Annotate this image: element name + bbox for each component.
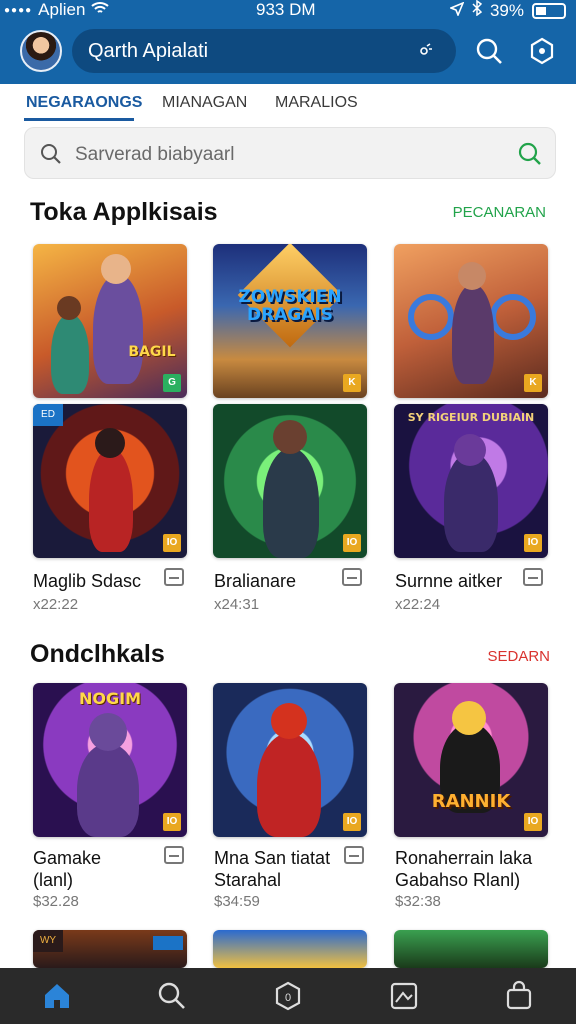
active-tab-indicator [24, 118, 134, 121]
app-card[interactable]: SY RIGEIUR DUBIAIN IO [394, 404, 548, 558]
app-subtitle: Starahal [214, 870, 282, 890]
app-badge: G [163, 374, 181, 392]
app-card[interactable]: NOGIM IO [33, 683, 187, 837]
app-price: $32.28 [33, 893, 79, 910]
bottom-navigation: 0 [0, 968, 576, 1024]
search-icon [39, 142, 63, 171]
wifi-icon [91, 0, 110, 20]
search-submit-icon[interactable] [517, 141, 543, 172]
app-title[interactable]: Bralianare [214, 570, 296, 592]
section-see-all[interactable]: PECANARAN [453, 204, 546, 221]
app-badge: IO [163, 534, 181, 552]
avatar[interactable] [20, 30, 62, 72]
app-badge: IO [343, 813, 361, 831]
card-corner-tag: WY [33, 930, 63, 952]
tab-negaraongs[interactable]: NEGARAONGS [26, 94, 142, 112]
bookmark-icon[interactable] [344, 846, 364, 864]
bookmark-icon[interactable] [342, 568, 362, 586]
app-badge: IO [163, 813, 181, 831]
section-see-all[interactable]: SEDARN [487, 648, 550, 665]
search-placeholder: Sarverad biabyaarl [75, 144, 235, 165]
app-subtitle: Gabahso Rlanl) [395, 870, 521, 890]
app-card[interactable] [213, 930, 367, 968]
app-badge: K [524, 374, 542, 392]
header-title: Qarth Apialati [88, 40, 209, 62]
card-caption: NOGIM [79, 689, 141, 708]
map-icon[interactable] [388, 980, 420, 1012]
battery-percent: 39% [489, 0, 524, 20]
signal-icon: ●●●● [4, 4, 33, 16]
badge-icon[interactable]: 0 [272, 980, 304, 1012]
app-card[interactable]: RANNIK IO [394, 683, 548, 837]
app-title[interactable]: Mna San tiatat [214, 847, 330, 869]
app-card[interactable]: ED IO [33, 404, 187, 558]
app-price: $34:59 [214, 893, 260, 910]
tab-mianagan[interactable]: MIANAGAN [162, 94, 247, 112]
app-title[interactable]: Gamake [33, 847, 101, 869]
card-caption: ZOWSKIEN DRAGAIS [238, 287, 342, 325]
app-header: ●●●● Aplien 933 DM 39% Qarth Apialati [0, 0, 576, 84]
svg-text:0: 0 [285, 992, 291, 1004]
app-title[interactable]: Surnne aitker [395, 570, 502, 592]
settings-icon[interactable] [527, 36, 557, 66]
voice-icon[interactable] [418, 42, 434, 58]
search-input[interactable]: Sarverad biabyaarl [24, 127, 556, 179]
status-bar: ●●●● Aplien 933 DM 39% [0, 0, 576, 22]
app-price: $32:38 [395, 893, 441, 910]
app-badge: IO [524, 534, 542, 552]
bookmark-icon[interactable] [164, 846, 184, 864]
card-caption: BAGIL [128, 344, 176, 360]
header-search-pill[interactable]: Qarth Apialati [72, 29, 456, 73]
app-badge: IO [343, 534, 361, 552]
bluetooth-icon [472, 0, 483, 21]
carrier-label: Aplien [38, 0, 86, 19]
bookmark-icon[interactable] [523, 568, 543, 586]
section-title: Ondclhkals [30, 640, 165, 668]
app-card[interactable] [394, 930, 548, 968]
battery-icon [532, 2, 566, 19]
location-icon [448, 1, 465, 21]
app-card[interactable]: BAGIL G [33, 244, 187, 398]
app-badge: K [343, 374, 361, 392]
app-card[interactable]: ZOWSKIEN DRAGAIS K [213, 244, 367, 398]
app-card[interactable]: K [394, 244, 548, 398]
clock: 933 DM [256, 0, 316, 19]
app-card[interactable]: IO [213, 404, 367, 558]
search-icon[interactable] [474, 36, 504, 66]
card-corner-tag: ED [33, 404, 63, 426]
card-caption: SY RIGEIUR DUBIAIN [407, 411, 535, 424]
section-title: Toka Applkisais [30, 198, 218, 226]
search-icon[interactable] [156, 980, 188, 1012]
app-title[interactable]: Maglib Sdasc [33, 570, 141, 592]
app-price: x22:22 [33, 596, 79, 613]
app-price: x22:24 [395, 596, 441, 613]
card-caption: RANNIK [431, 791, 511, 812]
app-price: x24:31 [214, 596, 260, 613]
app-subtitle: (lanl) [33, 870, 74, 890]
app-card[interactable]: IO [213, 683, 367, 837]
bag-icon[interactable] [503, 980, 535, 1012]
app-badge: IO [524, 813, 542, 831]
app-title[interactable]: Ronaherrain laka [395, 847, 532, 869]
app-card[interactable]: WY [33, 930, 187, 968]
bookmark-icon[interactable] [164, 568, 184, 586]
tab-maralios[interactable]: MARALIOS [275, 94, 358, 112]
home-icon[interactable] [41, 980, 73, 1012]
